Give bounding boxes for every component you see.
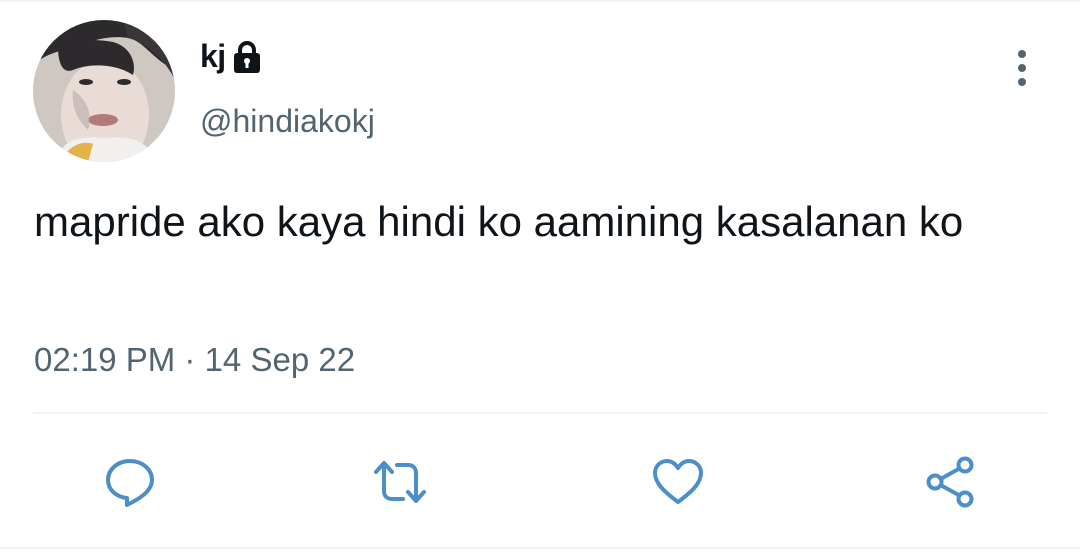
reply-icon [106,459,154,507]
divider [33,412,1047,414]
avatar-image [33,20,175,162]
timestamp-separator: · [175,341,205,378]
author-handle[interactable]: @hindiakokj [200,103,375,140]
tweet-text: mapride ako kaya hindi ko aamining kasal… [34,198,964,245]
tweet-time: 02:19 PM [34,341,176,378]
retweet-button[interactable] [370,452,430,512]
heart-icon [653,459,703,504]
display-name[interactable]: kj [200,38,226,75]
author-name-row[interactable]: kj [200,38,262,75]
like-button[interactable] [648,452,708,512]
more-vertical-icon[interactable] [1006,48,1038,88]
share-icon [926,456,974,508]
top-border [0,0,1080,2]
reply-button[interactable] [100,452,160,512]
share-button[interactable] [920,452,980,512]
retweet-icon [374,461,426,503]
tweet-date: 14 Sep 22 [204,341,356,378]
lock-icon [232,40,262,74]
tweet-timestamp[interactable]: 02:19 PM · 14 Sep 22 [34,341,355,379]
avatar[interactable] [33,20,175,162]
bottom-border [0,547,1080,549]
